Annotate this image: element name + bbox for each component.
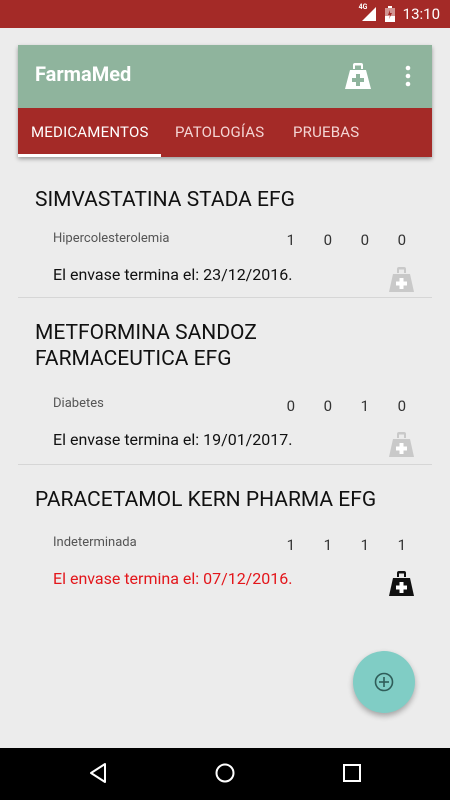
status-bar: 4G 13:10 (0, 0, 450, 28)
medication-name: METFORMINA SANDOZ FARMACEUTICA EFG (35, 321, 257, 371)
expiry-text: El envase termina el: 23/12/2016. (53, 265, 293, 284)
pathology-label: Hipercolesterolemia (53, 231, 170, 246)
expiry-text: El envase termina el: 19/01/2017. (53, 430, 293, 449)
clock: 13:10 (402, 5, 440, 23)
dose-counts: 0 0 1 0 (258, 397, 406, 415)
recents-icon[interactable] (341, 762, 363, 788)
list-item[interactable]: SIMVASTATINA STADA EFG Hipercolesterolem… (18, 165, 432, 298)
add-circle-icon (374, 672, 394, 692)
pathology-label: Indeterminada (53, 535, 137, 550)
toolbar: FarmaMed (18, 45, 432, 108)
tab-patologias[interactable]: PATOLOGÍAS (175, 108, 264, 157)
expiry-text: El envase termina el: 07/12/2016. (53, 569, 293, 588)
add-medication-button[interactable] (353, 651, 415, 713)
count-value: 0 (360, 231, 369, 249)
back-icon[interactable] (88, 762, 110, 788)
app-bar: FarmaMed MEDICAMENTOS PATOLOGÍAS PRUEBAS (18, 45, 432, 157)
count-value: 0 (397, 231, 406, 249)
list-item[interactable]: METFORMINA SANDOZ FARMACEUTICA EFG Diabe… (18, 298, 432, 465)
app-title: FarmaMed (35, 62, 132, 86)
medical-kit-icon[interactable] (388, 571, 415, 596)
navigation-bar (0, 748, 450, 800)
network-type: 4G (358, 3, 368, 11)
dose-counts: 1 0 0 0 (258, 231, 406, 249)
pathology-label: Diabetes (53, 396, 104, 411)
tab-pruebas[interactable]: PRUEBAS (293, 108, 359, 157)
home-icon[interactable] (214, 762, 236, 788)
tab-medicamentos[interactable]: MEDICAMENTOS (31, 108, 149, 157)
dose-counts: 1 1 1 1 (258, 536, 406, 554)
tab-indicator (18, 154, 161, 157)
status-icons: 4G 13:10 (358, 0, 440, 28)
count-value: 0 (286, 397, 295, 415)
list-item[interactable]: PARACETAMOL KERN PHARMA EFG Indeterminad… (18, 465, 432, 597)
signal-icon: 4G (358, 3, 377, 22)
medical-kit-icon[interactable] (388, 267, 415, 292)
count-value: 1 (323, 536, 332, 554)
medication-name: SIMVASTATINA STADA EFG (35, 188, 295, 212)
battery-icon (384, 6, 395, 22)
count-value: 1 (286, 231, 295, 249)
medical-kit-icon[interactable] (344, 63, 372, 89)
more-vert-icon[interactable] (400, 63, 416, 89)
medication-name: PARACETAMOL KERN PHARMA EFG (35, 488, 377, 512)
count-value: 1 (397, 536, 406, 554)
count-value: 1 (286, 536, 295, 554)
count-value: 0 (323, 397, 332, 415)
medical-kit-icon[interactable] (388, 432, 415, 457)
count-value: 1 (360, 397, 369, 415)
medication-list: SIMVASTATINA STADA EFG Hipercolesterolem… (18, 165, 432, 597)
count-value: 0 (323, 231, 332, 249)
count-value: 1 (360, 536, 369, 554)
count-value: 0 (397, 397, 406, 415)
tab-bar: MEDICAMENTOS PATOLOGÍAS PRUEBAS (18, 108, 432, 157)
